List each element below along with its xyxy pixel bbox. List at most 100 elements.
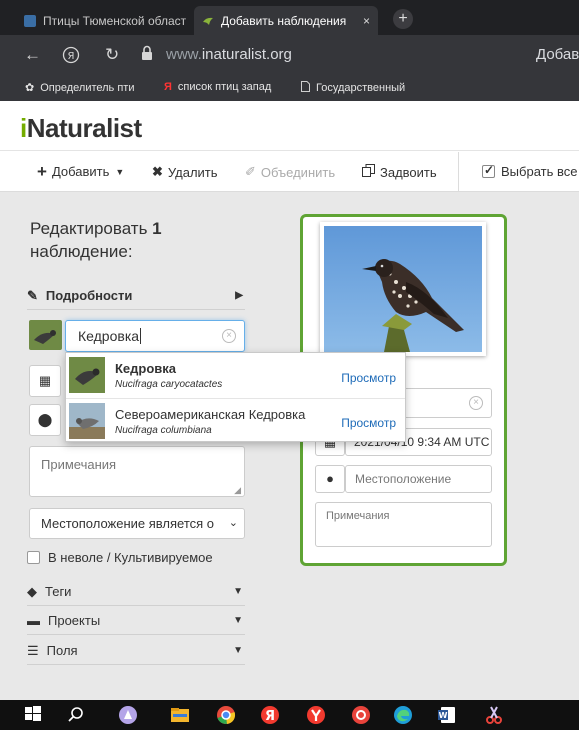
bookmark-label: Определитель пти bbox=[40, 81, 135, 94]
calendar-icon[interactable]: ▦ bbox=[29, 365, 61, 397]
logo-i: i bbox=[20, 113, 27, 143]
details-section-toggle[interactable]: ✎ Подробности ▶ bbox=[27, 282, 245, 310]
clear-input-icon[interactable]: × bbox=[469, 396, 483, 410]
autocomplete-scientific-name: Nucifraga caryocatactes bbox=[115, 379, 223, 390]
bookmark-item[interactable]: Я список птиц запад bbox=[164, 81, 271, 93]
add-label: Добавить bbox=[51, 164, 110, 179]
briefcase-icon: ▬ bbox=[27, 613, 40, 628]
fields-section-toggle[interactable]: ☰ Поля ▼ bbox=[27, 637, 245, 665]
yandex-home-icon[interactable]: Я bbox=[62, 45, 80, 70]
duplicate-button[interactable]: Задвоить bbox=[362, 164, 437, 180]
snipping-tool-icon[interactable] bbox=[484, 705, 504, 725]
app-circle-icon[interactable] bbox=[118, 705, 138, 725]
uploader-toolbar: + Добавить ▼ ✖ Удалить ✐ Объединить Задв… bbox=[0, 152, 579, 192]
svg-text:Я: Я bbox=[265, 709, 275, 724]
taxon-photo-thumbnail bbox=[69, 357, 105, 393]
taxon-photo-thumbnail bbox=[69, 403, 105, 439]
autocomplete-scientific-name: Nucifraga columbiana bbox=[115, 425, 212, 436]
yandex-browser-icon[interactable]: Я bbox=[260, 705, 280, 725]
details-label: Подробности bbox=[45, 288, 133, 303]
location-pin-icon[interactable]: ● bbox=[315, 465, 345, 493]
inaturalist-bird-icon bbox=[202, 15, 214, 27]
yandex-icon: Я bbox=[164, 81, 172, 93]
card-notes-textarea[interactable]: Примечания bbox=[315, 502, 492, 547]
chevron-down-icon: ⌄ bbox=[228, 517, 238, 529]
view-taxon-link[interactable]: Просмотр bbox=[341, 416, 396, 430]
select-all-label: Выбрать все bbox=[501, 164, 578, 179]
list-icon: ☰ bbox=[27, 642, 39, 658]
inaturalist-logo[interactable]: iNaturalist bbox=[20, 113, 142, 144]
caret-down-icon: ▼ bbox=[233, 645, 243, 656]
copy-icon bbox=[362, 164, 375, 180]
yandex-y-icon[interactable] bbox=[306, 705, 326, 725]
autocomplete-item[interactable]: Кедровка Nucifraga caryocatactes Просмот… bbox=[66, 353, 405, 397]
location-pin-icon[interactable]: ⬤ bbox=[29, 404, 61, 436]
delete-button[interactable]: ✖ Удалить bbox=[152, 164, 218, 180]
autocomplete-common-name: Кедровка bbox=[115, 361, 177, 376]
edge-icon[interactable] bbox=[393, 705, 413, 725]
tags-section-toggle[interactable]: ◆ Теги ▼ bbox=[27, 578, 245, 606]
card-location-placeholder: Местоположение bbox=[355, 472, 452, 486]
projects-section-toggle[interactable]: ▬ Проекты ▼ bbox=[27, 607, 245, 635]
browser-tab-2[interactable]: Добавить наблюдения × bbox=[194, 6, 378, 35]
clear-input-icon[interactable]: × bbox=[222, 329, 236, 343]
notes-textarea[interactable]: Примечания ◢ bbox=[29, 446, 245, 497]
new-tab-button[interactable]: + bbox=[393, 9, 413, 29]
captive-checkbox[interactable]: В неволе / Культивируемое bbox=[27, 550, 213, 565]
checkbox-checked-icon[interactable] bbox=[482, 163, 495, 178]
caret-down-icon: ▼ bbox=[233, 586, 243, 597]
edit-heading-suffix: наблюдение: bbox=[30, 242, 133, 261]
view-taxon-link[interactable]: Просмотр bbox=[341, 371, 396, 385]
duplicate-label: Задвоить bbox=[380, 164, 437, 180]
site-header: iNaturalist bbox=[0, 101, 579, 151]
bookmark-item[interactable]: ✿ Определитель пти bbox=[25, 81, 135, 95]
resize-handle-icon: ◢ bbox=[234, 485, 241, 495]
notes-placeholder: Примечания bbox=[41, 457, 117, 472]
lock-icon bbox=[141, 45, 153, 66]
url-field[interactable]: www.inaturalist.org bbox=[166, 46, 292, 63]
bookmark-item[interactable]: Государственный bbox=[301, 81, 405, 95]
site-favicon-icon bbox=[24, 14, 36, 27]
edit-heading-prefix: Редактировать bbox=[30, 219, 148, 238]
app-red-icon[interactable] bbox=[351, 705, 371, 725]
checkbox-unchecked-icon[interactable] bbox=[27, 551, 40, 564]
bookmarks-bar: ✿ Определитель пти Я список птиц запад Г… bbox=[0, 75, 579, 101]
tab-close-icon[interactable]: × bbox=[363, 14, 370, 28]
reload-icon[interactable]: ↻ bbox=[105, 45, 119, 65]
browser-tab-1[interactable]: Птицы Тюменской област bbox=[16, 6, 194, 35]
word-icon[interactable]: W bbox=[437, 705, 457, 725]
projects-label: Проекты bbox=[48, 613, 101, 628]
url-host: inaturalist.org bbox=[201, 46, 292, 63]
location-select-value: Местоположение является о bbox=[41, 516, 215, 531]
taxon-autocomplete-menu: Кедровка Nucifraga caryocatactes Просмот… bbox=[65, 352, 406, 442]
windows-start-icon[interactable] bbox=[24, 705, 44, 725]
edit-heading: Редактировать 1 наблюдение: bbox=[30, 217, 260, 263]
location-type-select[interactable]: Местоположение является о ⌄ bbox=[29, 508, 245, 539]
delete-label: Удалить bbox=[167, 164, 218, 180]
taxon-search-input[interactable]: Кедровка × bbox=[65, 320, 245, 352]
windows-taskbar: Я W bbox=[0, 700, 579, 730]
svg-text:Я: Я bbox=[68, 51, 75, 62]
merge-button[interactable]: ✐ Объединить bbox=[245, 164, 335, 180]
search-icon[interactable] bbox=[66, 705, 86, 725]
pencil-icon: ✎ bbox=[27, 287, 38, 303]
edit-count: 1 bbox=[152, 219, 162, 238]
autocomplete-common-name: Североамериканская Кедровка bbox=[115, 407, 306, 422]
file-explorer-icon[interactable] bbox=[170, 705, 190, 725]
taxon-input-value: Кедровка bbox=[78, 328, 140, 344]
select-all-checkbox[interactable]: Выбрать все bbox=[482, 163, 578, 179]
observation-photo[interactable] bbox=[320, 222, 486, 356]
autocomplete-item[interactable]: Североамериканская Кедровка Nucifraga co… bbox=[66, 398, 405, 442]
add-button[interactable]: + Добавить ▼ bbox=[37, 163, 124, 180]
logo-text: Naturalist bbox=[26, 113, 142, 143]
tags-label: Теги bbox=[45, 584, 72, 599]
caret-down-icon: ▼ bbox=[233, 615, 243, 626]
back-arrow-icon[interactable]: ← bbox=[24, 45, 41, 65]
caret-right-icon: ▶ bbox=[235, 290, 243, 301]
x-icon: ✖ bbox=[152, 164, 163, 179]
url-prefix: www. bbox=[166, 46, 202, 63]
chrome-icon[interactable] bbox=[216, 705, 236, 725]
card-location-input[interactable]: Местоположение bbox=[345, 465, 492, 493]
toolbar-divider bbox=[458, 152, 459, 192]
card-notes-placeholder: Примечания bbox=[326, 510, 390, 522]
